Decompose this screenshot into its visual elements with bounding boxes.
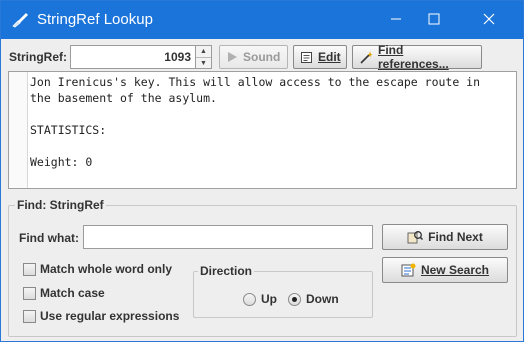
window-title: StringRef Lookup	[37, 11, 153, 28]
checkbox-box[interactable]	[23, 286, 36, 300]
direction-title: Direction	[198, 264, 255, 278]
find-next-button[interactable]: Find Next	[382, 224, 508, 250]
stringref-lookup-window: StringRef Lookup StringRef: 1093 ▲ ▼ Sou…	[0, 0, 524, 342]
strref-number-field[interactable]: 1093	[70, 45, 196, 69]
maximize-icon	[428, 13, 440, 28]
match-whole-word-checkbox[interactable]: Match whole word only	[23, 262, 172, 276]
checkbox-box[interactable]	[23, 262, 36, 276]
find-references-label: Find references...	[378, 43, 449, 71]
string-text-content: Jon Irenicus's key. This will allow acce…	[30, 74, 512, 170]
checkbox-box[interactable]	[23, 309, 36, 323]
find-group-title: Find: StringRef	[15, 198, 106, 212]
match-whole-word-label: Match whole word only	[40, 262, 173, 276]
text-line	[30, 106, 512, 122]
find-what-input[interactable]	[83, 225, 373, 249]
radio-selected-dot	[292, 296, 297, 302]
spin-down-icon[interactable]: ▼	[196, 57, 211, 68]
strref-spinner[interactable]: ▲ ▼	[196, 45, 212, 69]
spin-up-icon[interactable]: ▲	[196, 46, 211, 57]
text-line	[30, 138, 512, 154]
text-line: STATISTICS:	[30, 123, 107, 137]
new-search-button[interactable]: New Search	[382, 257, 508, 283]
direction-up-label: Up	[261, 292, 277, 306]
direction-down-radio[interactable]: Down	[288, 292, 339, 306]
new-search-icon	[401, 263, 416, 277]
direction-up-radio[interactable]: Up	[243, 292, 277, 306]
match-case-label: Match case	[40, 286, 105, 300]
sound-button-label: Sound	[243, 50, 281, 64]
text-line: Weight: 0	[30, 155, 93, 169]
direction-down-label: Down	[306, 292, 339, 306]
maximize-button[interactable]	[411, 1, 457, 39]
close-icon	[483, 13, 495, 28]
use-regex-checkbox[interactable]: Use regular expressions	[23, 309, 179, 323]
sound-button[interactable]: Sound	[219, 45, 288, 69]
radio-button[interactable]	[288, 292, 301, 306]
edit-button[interactable]: Edit	[293, 45, 347, 69]
new-search-label: New Search	[420, 263, 490, 277]
close-button[interactable]	[466, 1, 512, 39]
radio-button[interactable]	[243, 292, 256, 306]
string-text-area[interactable]: Jon Irenicus's key. This will allow acce…	[8, 71, 517, 189]
play-icon	[226, 51, 238, 63]
text-line: the basement of the asylum.	[30, 91, 217, 105]
text-gutter	[9, 72, 28, 188]
wand-icon	[359, 51, 373, 64]
find-what-label: Find what:	[19, 231, 79, 245]
text-line: Jon Irenicus's key. This will allow acce…	[30, 75, 481, 89]
find-next-icon	[407, 230, 424, 244]
use-regex-label: Use regular expressions	[40, 309, 180, 323]
edit-button-label: Edit	[318, 50, 341, 64]
match-case-checkbox[interactable]: Match case	[23, 286, 105, 300]
strref-label: StringRef:	[9, 50, 67, 64]
find-references-button[interactable]: Find references...	[352, 43, 482, 71]
edit-icon	[300, 51, 313, 64]
title-bar[interactable]: StringRef Lookup	[1, 1, 523, 39]
direction-group: Direction	[193, 264, 373, 318]
minimize-icon	[390, 13, 402, 28]
app-brush-icon	[11, 12, 29, 28]
find-next-label: Find Next	[428, 230, 483, 244]
